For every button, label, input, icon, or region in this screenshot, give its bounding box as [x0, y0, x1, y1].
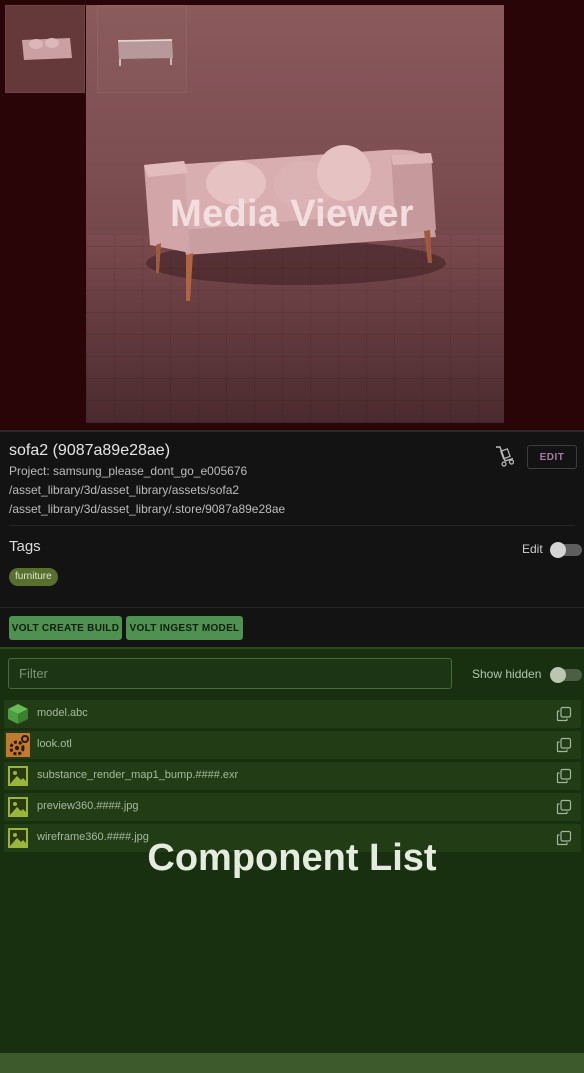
- footer-bar: [0, 1053, 584, 1073]
- show-hidden-toggle[interactable]: [550, 667, 582, 683]
- divider: [9, 525, 575, 526]
- tags-edit-label: Edit: [522, 542, 543, 556]
- component-name: substance_render_map1_bump.####.exr: [37, 769, 239, 781]
- toggle-knob: [550, 542, 566, 558]
- edit-asset-button[interactable]: EDIT: [527, 445, 577, 469]
- media-viewer-label: Media Viewer: [170, 193, 414, 235]
- media-viewer: Media Viewer: [0, 0, 584, 430]
- component-list-panel: Show hidden model.abc loo: [0, 647, 584, 1073]
- tags-heading: Tags: [9, 538, 41, 555]
- list-item[interactable]: look.otl: [4, 731, 581, 759]
- thumbnail-1[interactable]: [5, 5, 85, 93]
- cube-icon: [8, 704, 28, 724]
- asset-store-path: /asset_library/3d/asset_library/.store/9…: [9, 502, 286, 516]
- asset-project: Project: samsung_please_dont_go_e005676: [9, 464, 248, 478]
- asset-info-panel: sofa2 (9087a89e28ae) Project: samsung_pl…: [0, 430, 584, 647]
- gear-icon: [6, 733, 30, 757]
- asset-path: /asset_library/3d/asset_library/assets/s…: [9, 483, 240, 497]
- copy-icon[interactable]: [556, 768, 572, 784]
- list-item[interactable]: preview360.####.jpg: [4, 793, 581, 821]
- hand-truck-icon[interactable]: [492, 444, 516, 468]
- thumbnail-2[interactable]: [97, 5, 187, 93]
- tag-chip-furniture[interactable]: furniture: [9, 568, 58, 586]
- copy-icon[interactable]: [556, 737, 572, 753]
- tags-edit-toggle[interactable]: [550, 542, 582, 558]
- thumbnail-strip: [5, 5, 187, 94]
- divider: [0, 607, 584, 608]
- show-hidden-label: Show hidden: [472, 667, 542, 681]
- list-item[interactable]: substance_render_map1_bump.####.exr: [4, 762, 581, 790]
- volt-create-build-button[interactable]: VOLT CREATE BUILD: [9, 616, 122, 640]
- component-name: preview360.####.jpg: [37, 800, 139, 812]
- toggle-knob: [550, 667, 566, 683]
- asset-title: sofa2 (9087a89e28ae): [9, 442, 171, 459]
- component-list-label: Component List: [147, 837, 437, 879]
- component-list: model.abc look.otl substance_render_map1…: [4, 700, 581, 855]
- image-icon: [8, 797, 28, 817]
- component-name: model.abc: [37, 707, 88, 719]
- copy-icon[interactable]: [556, 706, 572, 722]
- filter-input[interactable]: [8, 658, 452, 689]
- component-name: look.otl: [37, 738, 72, 750]
- copy-icon[interactable]: [556, 799, 572, 815]
- list-item[interactable]: model.abc: [4, 700, 581, 728]
- image-icon: [8, 766, 28, 786]
- volt-ingest-model-button[interactable]: VOLT INGEST MODEL: [126, 616, 243, 640]
